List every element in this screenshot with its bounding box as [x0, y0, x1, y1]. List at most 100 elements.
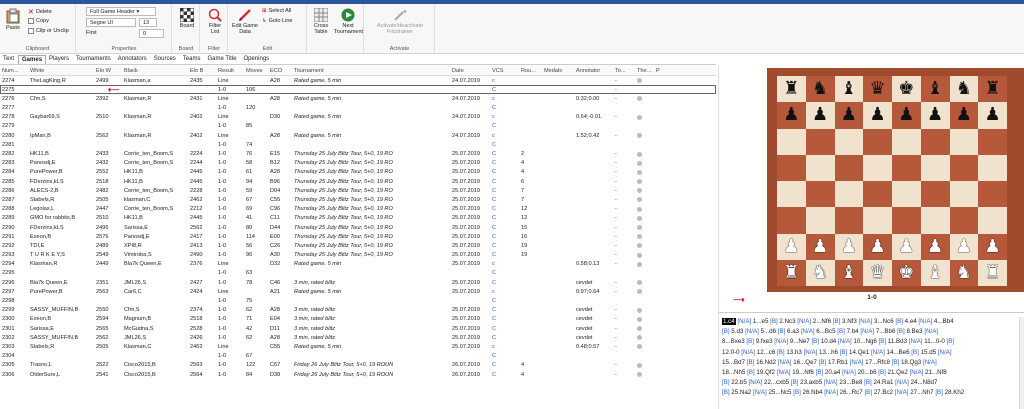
- column-header-to[interactable]: To...: [615, 68, 635, 74]
- board-square[interactable]: ♜: [777, 76, 806, 103]
- black-queen-icon[interactable]: ♛: [870, 80, 886, 98]
- column-header-the[interactable]: The...: [637, 68, 655, 74]
- board-square[interactable]: ♟: [834, 102, 864, 129]
- white-pawn-icon[interactable]: ♟: [841, 237, 857, 256]
- tab-annotators[interactable]: Annotators: [115, 55, 151, 64]
- board-square[interactable]: [949, 154, 979, 181]
- evaluation-tag[interactable]: [B]: [746, 338, 754, 345]
- black-knight-icon[interactable]: ♞: [956, 80, 972, 98]
- paste-button[interactable]: Paste: [4, 8, 22, 31]
- table-row[interactable]: 2295 1-0 63 C: [0, 269, 716, 278]
- board-square[interactable]: [978, 207, 1007, 234]
- move[interactable]: 6...Bc5: [815, 328, 838, 335]
- move[interactable]: 12.0-0: [722, 349, 741, 356]
- black-bishop-icon[interactable]: ♝: [841, 80, 857, 98]
- column-header-vcs[interactable]: VCS: [492, 68, 519, 74]
- black-rook-icon[interactable]: ♜: [985, 80, 1001, 98]
- table-row[interactable]: 2277 1-0 120 C: [0, 104, 716, 113]
- move[interactable]: 17.Rb1: [826, 359, 849, 366]
- move[interactable]: 26...Rc7: [838, 389, 864, 396]
- board-square[interactable]: ♟: [777, 102, 806, 129]
- move[interactable]: 2...Nf6: [811, 318, 833, 325]
- header-select[interactable]: Full Game Header ▾: [86, 7, 156, 16]
- move[interactable]: 23.axb5: [798, 379, 823, 386]
- board-square[interactable]: [920, 154, 950, 181]
- move[interactable]: 3.Nf3: [840, 318, 858, 325]
- board-square[interactable]: [978, 128, 1007, 155]
- black-pawn-icon[interactable]: ♟: [812, 106, 828, 124]
- board-square[interactable]: [777, 181, 806, 208]
- board-square[interactable]: ♞: [949, 76, 979, 103]
- board-square[interactable]: ♝: [834, 259, 864, 286]
- board-square[interactable]: ♟: [892, 233, 921, 260]
- column-header-ann[interactable]: Annotator: [576, 68, 614, 74]
- board-square[interactable]: ♜: [777, 259, 806, 286]
- board-square[interactable]: [892, 207, 921, 234]
- column-header-eco[interactable]: ECO: [270, 68, 292, 74]
- board-square[interactable]: ♛: [863, 259, 892, 286]
- move[interactable]: 25.Na2: [730, 389, 753, 396]
- board-square[interactable]: [920, 207, 950, 234]
- evaluation-tag[interactable]: [B]: [793, 389, 801, 396]
- board-square[interactable]: ♝: [834, 76, 864, 103]
- board-square[interactable]: [834, 128, 864, 155]
- tab-game-title[interactable]: Game Title: [204, 55, 240, 64]
- board-square[interactable]: [834, 207, 864, 234]
- move[interactable]: 18...Nh5: [722, 369, 747, 376]
- evaluation-tag[interactable]: [B]: [747, 369, 755, 376]
- table-row[interactable]: 2290 FDerzins,kLS 2496 Sarissa,E 2562 1-0 80 D4…: [0, 223, 716, 232]
- table-row[interactable]: 2286 ALECS-2,B 2482 Corrie_ten_Boom,S 2228 1-…: [0, 186, 716, 195]
- move[interactable]: 21...Nf8: [923, 369, 947, 376]
- board-square[interactable]: [805, 207, 835, 234]
- board-square[interactable]: [978, 154, 1007, 181]
- white-pawn-icon[interactable]: ♟: [870, 237, 886, 256]
- white-bishop-icon[interactable]: ♝: [927, 263, 943, 282]
- table-row[interactable]: 2285 FDerzins,kLS 2518 HK11,B 2445 1-0 94 B96 Th…: [0, 177, 716, 186]
- table-row[interactable]: 2300 Exeon,B 2594 Magnum,B 2518 1-0 71 E04 3 min…: [0, 315, 716, 324]
- move[interactable]: 6.a3: [785, 328, 800, 335]
- board-square[interactable]: [863, 181, 892, 208]
- evaluation-tag[interactable]: [N/A]: [778, 359, 792, 366]
- board-button[interactable]: Board: [178, 8, 196, 29]
- white-pawn-icon[interactable]: ♟: [927, 237, 943, 256]
- board-square[interactable]: ♟: [949, 102, 979, 129]
- white-knight-icon[interactable]: ♞: [956, 263, 972, 282]
- move[interactable]: 7...Bb6: [874, 328, 897, 335]
- move[interactable]: 24.Ra1: [872, 379, 895, 386]
- table-row[interactable]: 2299 SASSY_MUFFIN,B 2550 Cfm,S 2374 1-0 62 A28 3…: [0, 306, 716, 315]
- evaluation-tag[interactable]: [N/A]: [736, 318, 751, 325]
- table-row[interactable]: 2292 TDI,E 2489 XPI8,R 2413 1-0 56 C26 Thursday …: [0, 241, 716, 250]
- column-header-tour[interactable]: Tournament: [294, 68, 450, 74]
- board-square[interactable]: [834, 181, 864, 208]
- table-row[interactable]: 2281 1-0 74 C: [0, 140, 716, 149]
- move[interactable]: 14.Qe1: [847, 349, 871, 356]
- board-square[interactable]: ♞: [949, 259, 979, 286]
- evaluation-tag[interactable]: [N/A]: [909, 338, 923, 345]
- font-select[interactable]: Segoe UI: [86, 18, 136, 27]
- evaluation-tag[interactable]: [B]: [864, 379, 872, 386]
- table-row[interactable]: 2278 Gaybar69,S 2510 Klasman,R 2402 Line D30 Ra…: [0, 113, 716, 122]
- evaluation-tag[interactable]: [B]: [911, 349, 919, 356]
- table-row[interactable]: 2291 Exeon,B 2576 Panosdj,E 2417 1-0 114 E00 Thu…: [0, 232, 716, 241]
- table-row[interactable]: 2289 GMO for rabbits,B 2510 HK11,B 2445 1-0 41…: [0, 214, 716, 223]
- table-row[interactable]: 2282 HK11,B 2433 Corrie_ten_Boom,S 2224 1-0 76…: [0, 150, 716, 159]
- move[interactable]: 19...Nf6: [790, 369, 815, 376]
- board-square[interactable]: [892, 181, 921, 208]
- board-square[interactable]: [805, 154, 835, 181]
- copy-button[interactable]: Copy: [28, 18, 49, 24]
- board-square[interactable]: ♟: [777, 233, 806, 260]
- board-square[interactable]: [863, 128, 892, 155]
- evaluation-tag[interactable]: [N/A]: [923, 359, 937, 366]
- board-square[interactable]: [949, 181, 979, 208]
- tab-tournaments[interactable]: Tournaments: [73, 55, 115, 64]
- board-square[interactable]: [892, 154, 921, 181]
- evaluation-tag[interactable]: [N/A]: [838, 338, 852, 345]
- evaluation-tag[interactable]: [B]: [722, 328, 730, 335]
- move[interactable]: 11...0-0: [923, 338, 947, 345]
- column-header-num[interactable]: Num...: [2, 68, 28, 74]
- font-size-select[interactable]: 13: [139, 18, 157, 27]
- board-square[interactable]: ♟: [805, 233, 835, 260]
- board-square[interactable]: ♟: [892, 102, 921, 129]
- board-square[interactable]: [892, 128, 921, 155]
- board-square[interactable]: [949, 207, 979, 234]
